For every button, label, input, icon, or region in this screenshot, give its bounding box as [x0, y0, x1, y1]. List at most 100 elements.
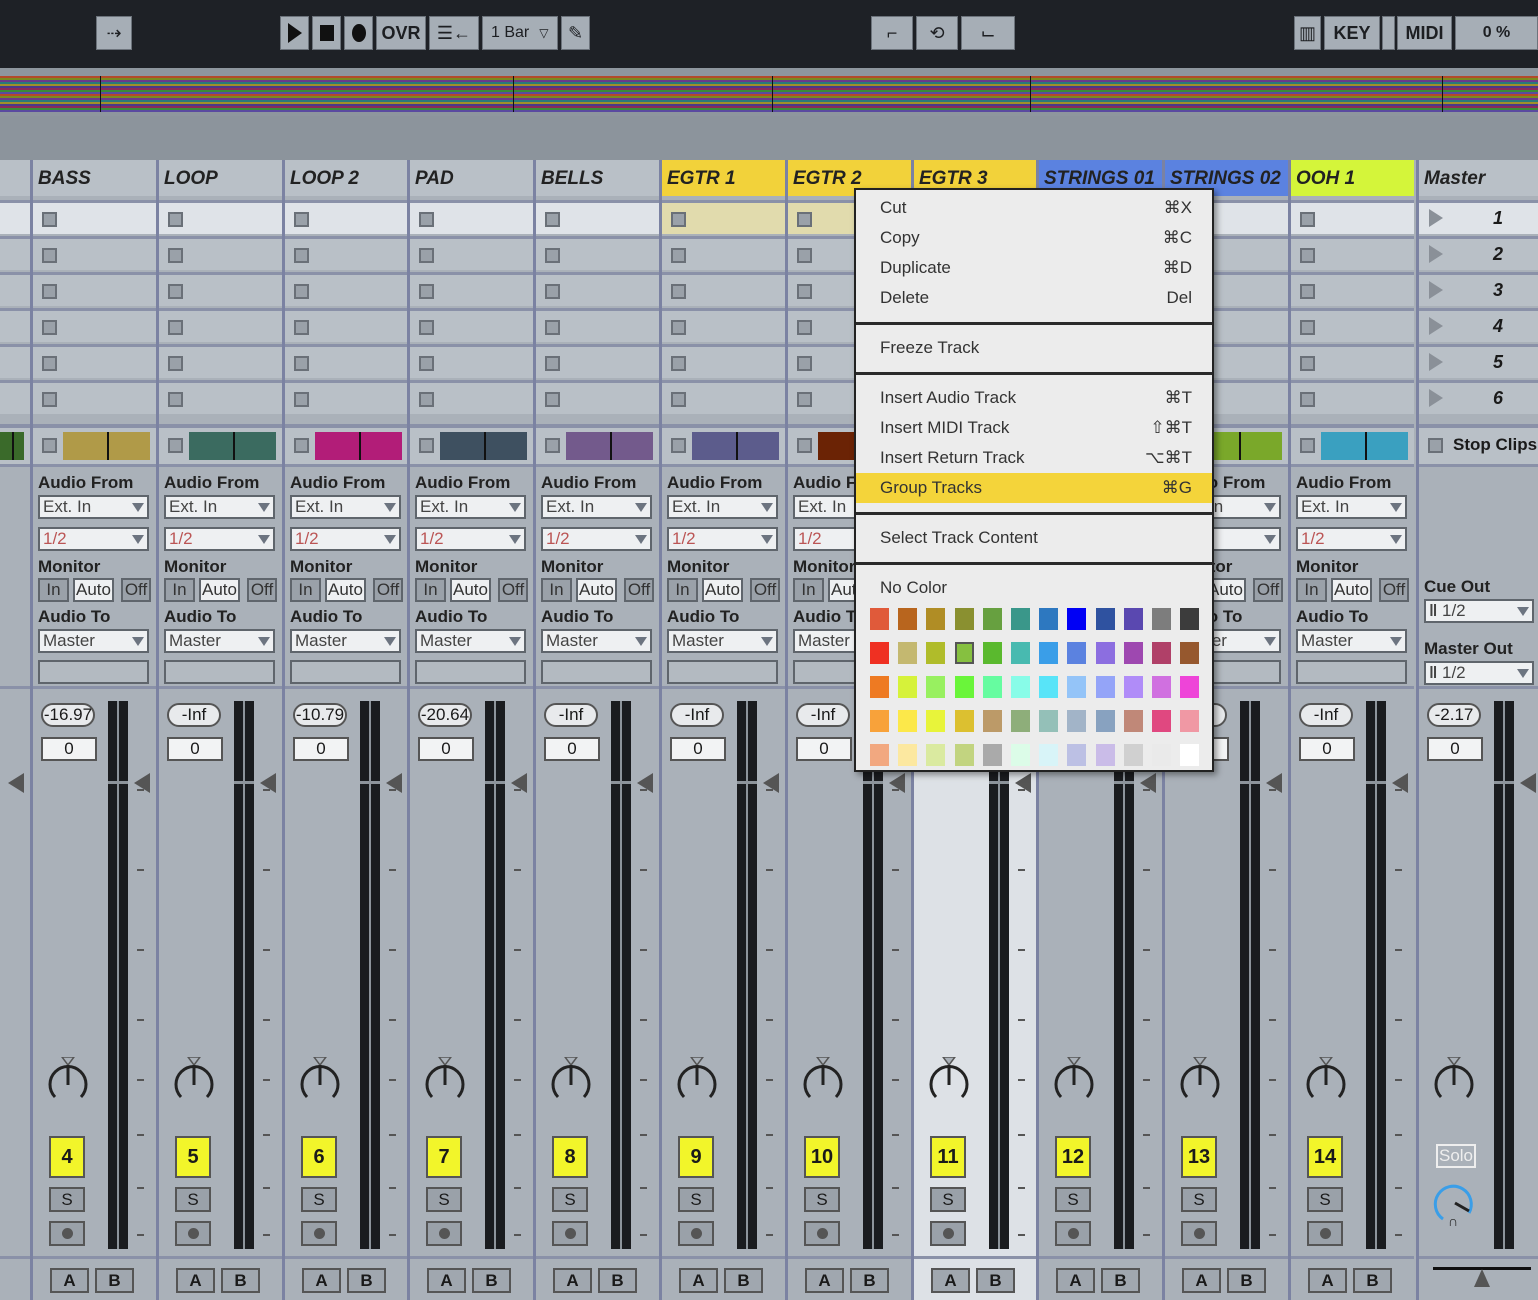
solo-button[interactable]: S	[552, 1187, 588, 1212]
volume-field[interactable]: 0	[544, 737, 600, 761]
track-header[interactable]: BASS	[33, 160, 156, 196]
monitor-in-button[interactable]: In	[1296, 578, 1327, 602]
peak-level-display[interactable]: -10.79	[293, 703, 347, 727]
pencil-button[interactable]: ✎	[561, 16, 590, 50]
clip-slot[interactable]	[662, 200, 785, 234]
track-header[interactable]: BELLS	[536, 160, 659, 196]
input-channel-dropdown[interactable]: 1/2	[1296, 527, 1407, 551]
scene-launch-slot[interactable]: 6	[1419, 380, 1538, 414]
audio-to-dropdown[interactable]: Master	[541, 629, 652, 653]
clip-slot[interactable]	[0, 380, 30, 414]
crossfade-b-button[interactable]: B	[976, 1268, 1015, 1293]
solo-cue-button[interactable]: Solo	[1436, 1144, 1476, 1168]
color-swatch[interactable]	[1152, 676, 1171, 698]
clip-slot[interactable]	[0, 272, 30, 306]
volume-field[interactable]: 0	[293, 737, 349, 761]
clip-stop-button[interactable]	[168, 248, 183, 263]
scene-play-icon[interactable]	[1429, 209, 1443, 227]
monitor-in-button[interactable]: In	[667, 578, 698, 602]
solo-button[interactable]: S	[804, 1187, 840, 1212]
track-stop-button[interactable]	[294, 438, 309, 453]
color-swatch[interactable]	[1152, 744, 1171, 766]
stop-all-clips-button[interactable]	[1428, 438, 1443, 453]
menu-item-insert-audio-track[interactable]: Insert Audio Track ⌘T	[856, 383, 1212, 413]
clip-stop-button[interactable]	[545, 320, 560, 335]
clip-stop-button[interactable]	[42, 284, 57, 299]
clip-slot[interactable]	[536, 380, 659, 414]
clip-slot[interactable]	[410, 380, 533, 414]
color-swatch[interactable]	[1095, 710, 1115, 732]
menu-item-duplicate[interactable]: Duplicate ⌘D	[856, 253, 1212, 283]
scene-play-icon[interactable]	[1429, 389, 1443, 407]
clip-stop-button[interactable]	[797, 356, 812, 371]
clip-stop-button[interactable]	[419, 356, 434, 371]
input-channel-dropdown[interactable]: 1/2	[541, 527, 652, 551]
pan-knob[interactable]	[1431, 1057, 1477, 1103]
output-channel-field[interactable]	[415, 660, 526, 684]
clip-slot[interactable]	[536, 272, 659, 306]
clip-slot[interactable]	[33, 380, 156, 414]
scene-launch-slot[interactable]: 3	[1419, 272, 1538, 306]
monitor-auto-button[interactable]: Auto	[325, 578, 366, 602]
clip-stop-button[interactable]	[1300, 248, 1315, 263]
key-map-button[interactable]: KEY	[1324, 16, 1380, 50]
color-swatch[interactable]	[1039, 744, 1059, 766]
color-swatch[interactable]	[870, 642, 889, 664]
input-channel-dropdown[interactable]: 1/2	[415, 527, 526, 551]
color-swatch[interactable]	[1180, 608, 1200, 630]
scene-play-icon[interactable]	[1429, 245, 1443, 263]
clip-stop-button[interactable]	[1300, 284, 1315, 299]
crossfade-a-button[interactable]: A	[176, 1268, 215, 1293]
clip-stop-button[interactable]	[671, 392, 686, 407]
menu-item-cut[interactable]: Cut ⌘X	[856, 193, 1212, 223]
monitor-auto-button[interactable]: Auto	[576, 578, 617, 602]
clip-slot[interactable]	[159, 236, 282, 270]
arm-record-button[interactable]	[49, 1221, 85, 1246]
color-swatch[interactable]	[1039, 642, 1059, 664]
clip-slot[interactable]	[662, 236, 785, 270]
volume-field[interactable]: 0	[41, 737, 97, 761]
menu-item-delete[interactable]: Delete Del	[856, 283, 1212, 313]
track-stop-button[interactable]	[545, 438, 560, 453]
clip-slot[interactable]	[285, 308, 408, 342]
clip-slot[interactable]	[159, 308, 282, 342]
clip-stop-button[interactable]	[168, 356, 183, 371]
monitor-off-button[interactable]: Off	[247, 578, 277, 602]
crossfade-a-button[interactable]: A	[679, 1268, 718, 1293]
clip-stop-button[interactable]	[42, 248, 57, 263]
crossfade-b-button[interactable]: B	[347, 1268, 386, 1293]
crossfade-a-button[interactable]: A	[1182, 1268, 1221, 1293]
volume-field[interactable]: 0	[167, 737, 223, 761]
clip-slot[interactable]	[662, 272, 785, 306]
arm-record-button[interactable]	[1055, 1221, 1091, 1246]
color-swatch[interactable]	[1011, 744, 1030, 766]
color-swatch[interactable]	[982, 642, 1002, 664]
monitor-in-button[interactable]: In	[415, 578, 446, 602]
clip-stop-button[interactable]	[545, 212, 560, 227]
clip-stop-button[interactable]	[797, 248, 812, 263]
audio-to-dropdown[interactable]: Master	[1296, 629, 1407, 653]
pan-knob[interactable]	[171, 1057, 217, 1103]
clip-slot[interactable]	[159, 272, 282, 306]
clip-slot[interactable]	[33, 272, 156, 306]
menu-item-copy[interactable]: Copy ⌘C	[856, 223, 1212, 253]
color-swatch[interactable]	[926, 676, 946, 698]
track-header[interactable]: OOH 1	[1291, 160, 1414, 196]
clip-stop-button[interactable]	[168, 320, 183, 335]
monitor-in-button[interactable]: In	[38, 578, 69, 602]
audio-from-dropdown[interactable]: Ext. In	[1296, 495, 1407, 519]
solo-button[interactable]: S	[175, 1187, 211, 1212]
audio-from-dropdown[interactable]: Ext. In	[290, 495, 401, 519]
track-activator-button[interactable]: 12	[1055, 1136, 1091, 1178]
solo-button[interactable]: S	[1307, 1187, 1343, 1212]
pan-knob[interactable]	[1177, 1057, 1223, 1103]
track-activator-button[interactable]: 10	[804, 1136, 840, 1178]
menu-item-insert-return-track[interactable]: Insert Return Track ⌥⌘T	[856, 443, 1212, 473]
quantize-dropdown[interactable]: 1 Bar ▽	[482, 16, 558, 50]
track-stop-button[interactable]	[168, 438, 183, 453]
color-swatch[interactable]	[1095, 642, 1115, 664]
clip-stop-button[interactable]	[1300, 392, 1315, 407]
pan-knob[interactable]	[297, 1057, 343, 1103]
color-swatch[interactable]	[1039, 608, 1059, 630]
monitor-off-button[interactable]: Off	[498, 578, 528, 602]
